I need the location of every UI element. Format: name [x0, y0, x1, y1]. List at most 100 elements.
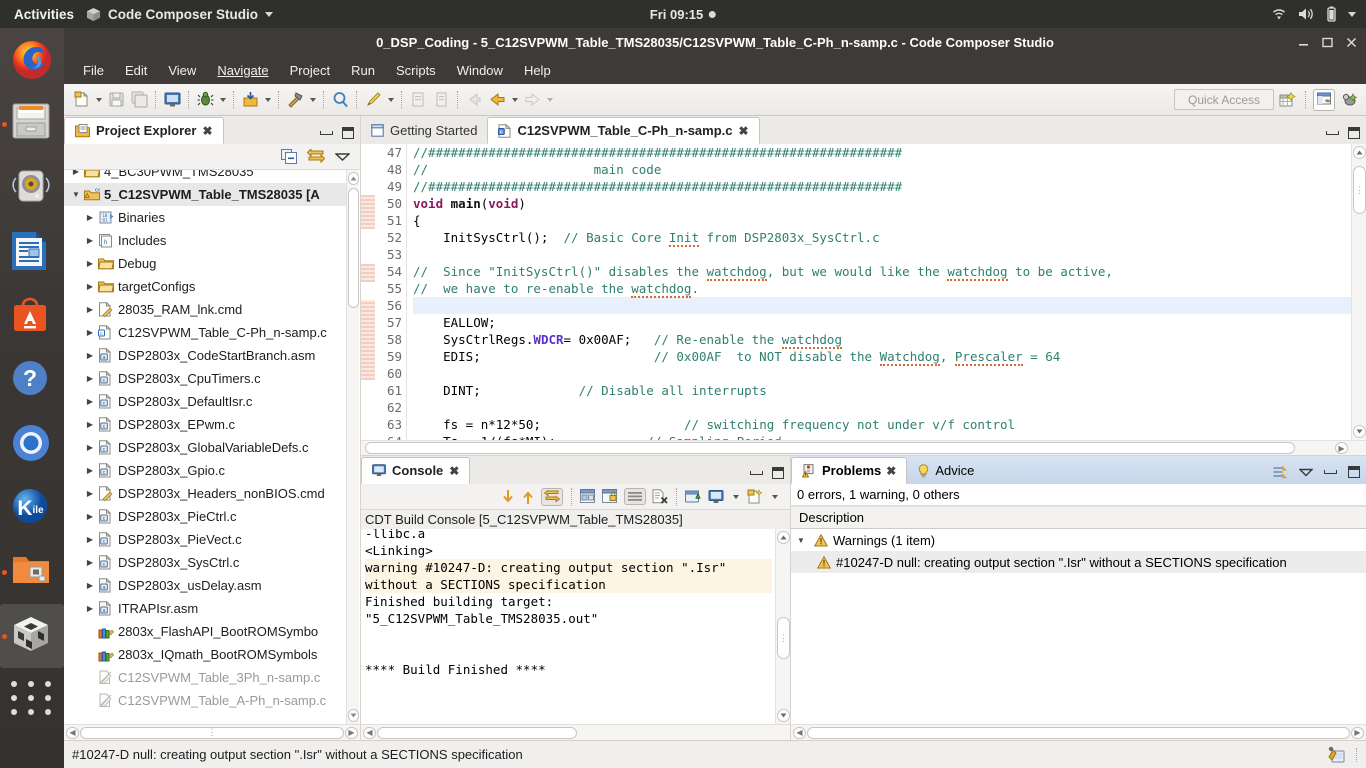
code-line[interactable]: InitSysCtrl(); // Basic Core Init from D… [413, 229, 1366, 247]
collapse-all-icon[interactable] [281, 149, 297, 164]
quick-access-input[interactable]: Quick Access [1174, 89, 1274, 110]
tree-item[interactable]: ▶ 4_BC30PWM_TMS28035 [64, 170, 346, 183]
tab-advice[interactable]: Advice [907, 457, 984, 484]
project-tree-scroll-thumb[interactable] [348, 188, 359, 308]
tree-item[interactable]: ▶ h Includes [64, 229, 346, 252]
chevron-right-icon[interactable]: ▶ [82, 328, 98, 337]
chevron-right-icon[interactable]: ▶ [82, 535, 98, 544]
menu-view[interactable]: View [159, 60, 205, 81]
tab-c12svpwm-table-c-ph-n-samp[interactable]: c C12SVPWM_Table_C-Ph_n-samp.c ✖ [487, 117, 760, 144]
dock-item-files[interactable] [0, 92, 64, 156]
problem-row[interactable]: ▼ Warnings (1 item) [791, 529, 1366, 551]
chevron-down-icon[interactable]: ▼ [68, 190, 84, 199]
chevron-right-icon[interactable]: ▶ [82, 512, 98, 521]
display-console-icon[interactable] [708, 489, 724, 504]
debug-icon[interactable] [194, 89, 216, 111]
view-menu-icon[interactable] [1299, 468, 1313, 477]
ccs-debug-perspective-icon[interactable] [1338, 89, 1360, 111]
minimize-view-icon[interactable] [1324, 470, 1337, 474]
view-menu-icon[interactable] [335, 152, 350, 162]
scroll-left-button[interactable]: ◀ [793, 726, 806, 739]
tab-problems[interactable]: Problems ✖ [791, 457, 908, 484]
chevron-right-icon[interactable]: ▶ [82, 282, 98, 291]
minimize-view-icon[interactable] [750, 471, 763, 475]
tree-item[interactable]: ▶ c DSP2803x_DefaultIsr.c [64, 390, 346, 413]
scroll-down-button[interactable] [348, 709, 359, 722]
scroll-right-button[interactable]: ▶ [1351, 726, 1364, 739]
dock-item-rhythmbox[interactable] [0, 156, 64, 220]
problems-column-header-description[interactable]: Description [791, 506, 1366, 529]
problems-hscroll-thumb[interactable] [807, 726, 1350, 739]
code-line[interactable]: // we have to re-enable the watchdog. [413, 280, 1366, 298]
project-tree-hscroll-thumb[interactable]: ⋮ [80, 726, 344, 739]
scroll-left-button[interactable]: ◀ [66, 726, 79, 739]
code-editor[interactable]: 47 48 49 50 51 52 53 54 55 56 57 58 59 60 61 62 6364 //#… [361, 144, 1366, 440]
console-horizontal-scrollbar[interactable]: ◀ [361, 724, 790, 740]
build-status-icon[interactable] [1327, 746, 1346, 764]
minimize-view-icon[interactable] [320, 131, 333, 135]
menu-edit[interactable]: Edit [116, 60, 156, 81]
code-line[interactable] [413, 246, 1366, 263]
filters-icon[interactable] [1273, 465, 1288, 479]
show-console-icon[interactable] [624, 488, 646, 505]
chevron-right-icon[interactable]: ▶ [82, 397, 98, 406]
clear-console-icon[interactable] [580, 489, 596, 504]
editor-horizontal-scrollbar[interactable]: ▶ [361, 440, 1366, 455]
code-line[interactable]: //######################################… [413, 178, 1366, 195]
ccs-edit-perspective-icon[interactable] [1313, 88, 1335, 111]
maximize-view-icon[interactable] [1348, 466, 1360, 478]
tree-item[interactable]: 2803x_FlashAPI_BootROMSymbo [64, 620, 346, 643]
link-with-editor-icon[interactable] [307, 149, 325, 164]
maximize-editor-icon[interactable] [1348, 127, 1360, 139]
code-line[interactable]: EDIS; // 0x00AF to NOT disable the Watch… [413, 348, 1366, 366]
remove-console-icon[interactable] [652, 489, 668, 504]
tree-item[interactable]: ▶ 10 01 Binaries [64, 206, 346, 229]
close-icon[interactable]: ✖ [739, 124, 749, 138]
dock-item-kile[interactable]: K ile [0, 476, 64, 540]
chevron-right-icon[interactable]: ▶ [82, 236, 98, 245]
next-annotation-icon[interactable] [407, 89, 429, 111]
console-icon[interactable] [161, 89, 183, 111]
tab-getting-started[interactable]: Getting Started [361, 117, 487, 144]
tree-item[interactable]: ▶ c DSP2803x_EPwm.c [64, 413, 346, 436]
chevron-right-icon[interactable]: ▶ [82, 259, 98, 268]
menu-project[interactable]: Project [281, 60, 339, 81]
chevron-right-icon[interactable]: ▶ [82, 466, 98, 475]
import-dropdown-arrow-icon[interactable] [262, 89, 273, 111]
build-dropdown-arrow-icon[interactable] [307, 89, 318, 111]
project-tree-horizontal-scrollbar[interactable]: ◀ ⋮ ▶ [64, 724, 360, 740]
console-hscroll-thumb[interactable] [377, 726, 577, 739]
marker-icon[interactable] [362, 89, 384, 111]
scroll-up-button[interactable] [348, 172, 359, 185]
dock-item-help[interactable]: ? [0, 348, 64, 412]
menu-navigate[interactable]: Navigate [208, 60, 277, 81]
import-icon[interactable] [239, 89, 261, 111]
chevron-right-icon[interactable]: ▶ [82, 305, 98, 314]
chevron-right-icon[interactable]: ▶ [82, 374, 98, 383]
scroll-up-button[interactable] [1353, 146, 1366, 159]
tree-item[interactable]: ▼ CCS 5_C12SVPWM_Table_TMS28035 [A [64, 183, 346, 206]
chevron-right-icon[interactable]: ▶ [82, 420, 98, 429]
tree-item[interactable]: ▶ Debug [64, 252, 346, 275]
scroll-down-icon[interactable] [501, 489, 515, 505]
tree-item[interactable]: ▶ c DSP2803x_PieCtrl.c [64, 505, 346, 528]
tree-item[interactable]: ▶ a ITRAPIsr.asm [64, 597, 346, 620]
console-output[interactable]: -llibc.a <Linking> warning #10247-D: creat… [361, 529, 790, 724]
console-scroll-thumb[interactable]: ⋮ [777, 617, 790, 659]
maximize-button[interactable] [1318, 33, 1336, 51]
back-dropdown-arrow-icon[interactable] [509, 89, 520, 111]
debug-dropdown-arrow-icon[interactable] [217, 89, 228, 111]
tree-item[interactable]: C12SVPWM_Table_A-Ph_n-samp.c [64, 689, 346, 712]
menu-window[interactable]: Window [448, 60, 512, 81]
code-line[interactable]: //######################################… [413, 144, 1366, 161]
maximize-view-icon[interactable] [772, 467, 784, 479]
back-icon[interactable] [486, 89, 508, 111]
project-tree-vertical-scrollbar[interactable] [346, 170, 359, 724]
chevron-right-icon[interactable]: ▶ [68, 170, 84, 176]
tab-console[interactable]: Console ✖ [361, 457, 471, 484]
chevron-right-icon[interactable]: ▶ [82, 489, 98, 498]
close-button[interactable] [1342, 33, 1360, 51]
build-icon[interactable] [284, 89, 306, 111]
new-icon[interactable] [70, 89, 92, 111]
close-icon[interactable]: ✖ [886, 464, 896, 478]
